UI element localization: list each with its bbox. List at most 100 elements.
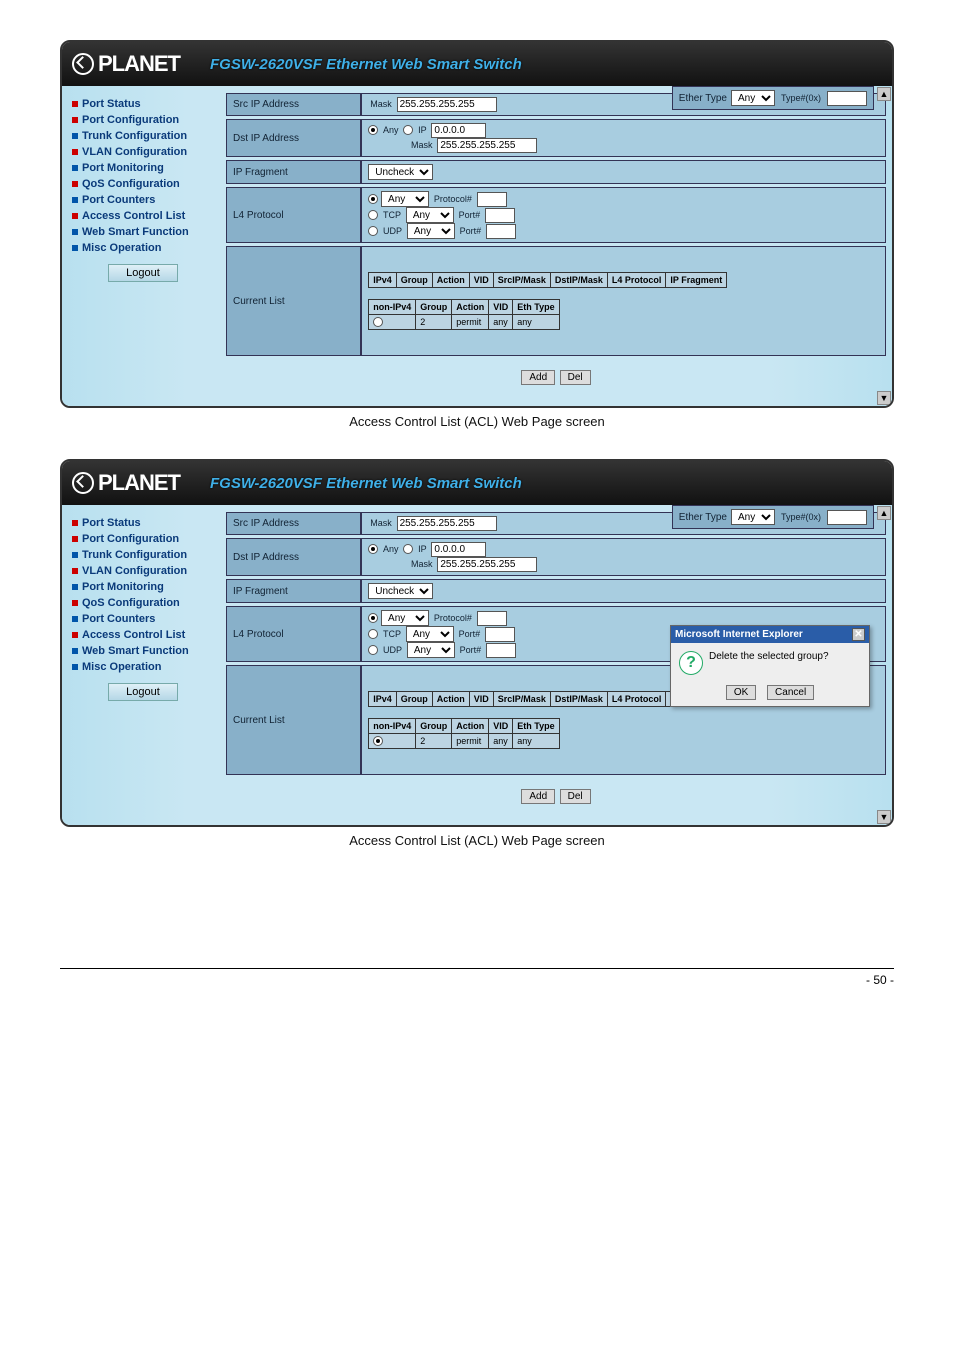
nip-h1: Group <box>416 299 452 314</box>
nav2-misc-op[interactable]: Misc Operation <box>72 659 214 675</box>
add-button[interactable]: Add <box>521 370 555 385</box>
dst-ip-input[interactable] <box>431 123 486 138</box>
l4-label-2: L4 Protocol <box>226 606 361 662</box>
dst-ip-radio-2[interactable] <box>403 544 413 554</box>
src-mask-input-2[interactable] <box>397 516 497 531</box>
l4-any-select-2[interactable]: Any <box>381 610 429 626</box>
nav-port-monitor[interactable]: Port Monitoring <box>72 160 214 176</box>
mask-label-2: Mask <box>411 140 433 150</box>
l4-udp-select-2[interactable]: Any <box>407 642 455 658</box>
scroll-down-icon[interactable]: ▼ <box>877 391 891 405</box>
ipv4b-h0: IPv4 <box>369 691 397 706</box>
dialog-cancel-button[interactable]: Cancel <box>767 685 814 700</box>
button-row: Add Del <box>226 359 886 393</box>
dst-mask-input-2[interactable] <box>437 557 537 572</box>
nav2-port-config[interactable]: Port Configuration <box>72 531 214 547</box>
tcp-port-label-2: Port# <box>459 629 481 639</box>
l4-tcp-radio[interactable] <box>368 210 378 220</box>
scroll-up-icon-2[interactable]: ▲ <box>877 506 891 520</box>
del-button-2[interactable]: Del <box>560 789 591 804</box>
row-select-radio-2[interactable] <box>373 736 383 746</box>
dst-ip-radio[interactable] <box>403 125 413 135</box>
row-select-radio-1[interactable] <box>373 317 383 327</box>
dst-ip-label: Dst IP Address <box>226 119 361 157</box>
l4-udp-radio-2[interactable] <box>368 645 378 655</box>
brand-logo-2: PLANET <box>72 470 180 496</box>
acl-content: ▲ ▼ Ether Type Any Type#(0x) Src IP Addr… <box>222 86 892 406</box>
udp-port-input-2[interactable] <box>486 643 516 658</box>
globe-icon-2 <box>72 472 94 494</box>
brand-text: PLANET <box>98 51 180 77</box>
nav-vlan-config[interactable]: VLAN Configuration <box>72 144 214 160</box>
ether-type-select[interactable]: Any <box>731 90 775 106</box>
l4-tcp-radio-2[interactable] <box>368 629 378 639</box>
ether-type-row: Ether Type Any Type#(0x) <box>672 86 874 110</box>
current-list-label-2: Current List <box>226 665 361 775</box>
nav2-acl[interactable]: Access Control List <box>72 627 214 643</box>
nav-port-status[interactable]: Port Status <box>72 96 214 112</box>
page-footer: - 50 - <box>60 968 894 991</box>
brand-logo: PLANET <box>72 51 180 77</box>
nav2-qos-config[interactable]: QoS Configuration <box>72 595 214 611</box>
nonipv4-row-2: 2 permit any any <box>369 733 559 749</box>
dialog-ok-button[interactable]: OK <box>726 685 756 700</box>
dst-mask-input[interactable] <box>437 138 537 153</box>
scroll-up-icon[interactable]: ▲ <box>877 87 891 101</box>
caption-1: Access Control List (ACL) Web Page scree… <box>60 414 894 429</box>
nav2-trunk-config[interactable]: Trunk Configuration <box>72 547 214 563</box>
dst-ip-input-2[interactable] <box>431 542 486 557</box>
row-group: 2 <box>416 314 452 330</box>
nav2-port-status[interactable]: Port Status <box>72 515 214 531</box>
ipv4-table: IPv4 Group Action VID SrcIP/Mask DstIP/M… <box>368 272 727 288</box>
udp-port-input[interactable] <box>486 224 516 239</box>
logout-button-2[interactable]: Logout <box>108 683 178 701</box>
nav-web-smart[interactable]: Web Smart Function <box>72 224 214 240</box>
nav2-port-monitor[interactable]: Port Monitoring <box>72 579 214 595</box>
l4-any-select[interactable]: Any <box>381 191 429 207</box>
nav-qos-config[interactable]: QoS Configuration <box>72 176 214 192</box>
l4-label: L4 Protocol <box>226 187 361 243</box>
ipv4-h1: Group <box>396 272 432 287</box>
l4-udp-select[interactable]: Any <box>407 223 455 239</box>
sidebar: Port Status Port Configuration Trunk Con… <box>62 86 222 406</box>
type-hex-label: Type#(0x) <box>781 93 821 103</box>
nav2-web-smart[interactable]: Web Smart Function <box>72 643 214 659</box>
logout-button[interactable]: Logout <box>108 264 178 282</box>
nav-port-counters[interactable]: Port Counters <box>72 192 214 208</box>
ip-frag-select-2[interactable]: Uncheck <box>368 583 433 599</box>
nav2-port-counters[interactable]: Port Counters <box>72 611 214 627</box>
nav-port-config[interactable]: Port Configuration <box>72 112 214 128</box>
mask-label-1b: Mask <box>370 518 392 528</box>
dialog-close-icon[interactable]: ✕ <box>852 628 865 641</box>
ip-frag-select[interactable]: Uncheck <box>368 164 433 180</box>
type-hex-input-2[interactable] <box>827 510 867 525</box>
del-button[interactable]: Del <box>560 370 591 385</box>
dst-any-radio-2[interactable] <box>368 544 378 554</box>
proto-num-input[interactable] <box>477 192 507 207</box>
type-hex-input[interactable] <box>827 91 867 106</box>
proto-num-input-2[interactable] <box>477 611 507 626</box>
dialog-titlebar: Microsoft Internet Explorer ✕ <box>671 626 869 643</box>
tcp-port-input-2[interactable] <box>485 627 515 642</box>
tcp-port-input[interactable] <box>485 208 515 223</box>
ether-type-select-2[interactable]: Any <box>731 509 775 525</box>
mask-label-1: Mask <box>370 99 392 109</box>
l4-udp-radio[interactable] <box>368 226 378 236</box>
nav-misc-op[interactable]: Misc Operation <box>72 240 214 256</box>
ipv4-h4: SrcIP/Mask <box>493 272 550 287</box>
nav-trunk-config[interactable]: Trunk Configuration <box>72 128 214 144</box>
l4-tcp-select-2[interactable]: Any <box>406 626 454 642</box>
udp-port-label-2: Port# <box>460 645 482 655</box>
nav-acl[interactable]: Access Control List <box>72 208 214 224</box>
src-mask-input[interactable] <box>397 97 497 112</box>
dst-any-radio[interactable] <box>368 125 378 135</box>
nav2-vlan-config[interactable]: VLAN Configuration <box>72 563 214 579</box>
l4-tcp-select[interactable]: Any <box>406 207 454 223</box>
l4-any-radio[interactable] <box>368 194 378 204</box>
l4-any-radio-2[interactable] <box>368 613 378 623</box>
add-button-2[interactable]: Add <box>521 789 555 804</box>
ip-frag-label-2: IP Fragment <box>226 579 361 603</box>
caption-2: Access Control List (ACL) Web Page scree… <box>60 833 894 848</box>
header-bar-2: PLANET FGSW-2620VSF Ethernet Web Smart S… <box>62 461 892 505</box>
scroll-down-icon-2[interactable]: ▼ <box>877 810 891 824</box>
